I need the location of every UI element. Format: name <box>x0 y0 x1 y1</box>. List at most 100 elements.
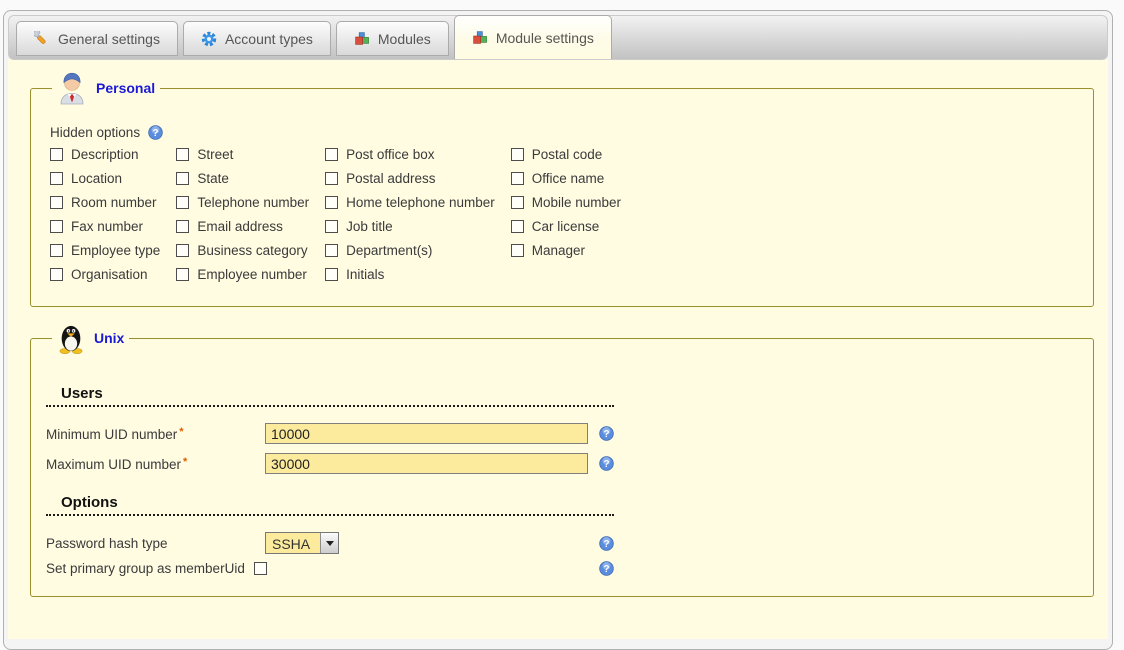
tab-label: Module settings <box>496 30 594 46</box>
hidden-option-label: Location <box>71 171 122 186</box>
required-marker: * <box>183 456 187 468</box>
chevron-down-icon[interactable] <box>320 533 338 553</box>
hidden-option-checkbox[interactable] <box>50 244 63 257</box>
svg-text:?: ? <box>603 564 609 575</box>
hidden-option-checkbox[interactable] <box>50 148 63 161</box>
maximum-uid-row: Maximum UID number* ? <box>46 453 614 474</box>
hidden-option-checkbox[interactable] <box>176 196 189 209</box>
unix-title: Unix <box>94 330 124 346</box>
hidden-option-checkbox[interactable] <box>176 172 189 185</box>
tab-label: General settings <box>58 31 160 47</box>
member-uid-label: Set primary group as memberUid <box>46 561 245 576</box>
hidden-option-checkbox[interactable] <box>176 268 189 281</box>
help-icon[interactable]: ? <box>599 561 614 576</box>
hidden-option-label: Postal address <box>346 171 435 186</box>
hidden-option-checkbox[interactable] <box>511 220 524 233</box>
password-hash-row: Password hash type SSHA ? <box>46 532 614 554</box>
password-hash-selected-value: SSHA <box>266 533 320 553</box>
hidden-option-label: Home telephone number <box>346 195 495 210</box>
hidden-option-label: Mobile number <box>532 195 621 210</box>
hidden-option-checkbox[interactable] <box>50 196 63 209</box>
maximum-uid-input[interactable] <box>265 453 588 474</box>
help-icon[interactable]: ? <box>148 125 163 140</box>
hidden-option-label: Office name <box>532 171 605 186</box>
hidden-option-checkbox[interactable] <box>511 148 524 161</box>
hidden-option-checkbox[interactable] <box>325 220 338 233</box>
member-uid-checkbox[interactable] <box>254 562 267 575</box>
hidden-option-checkbox[interactable] <box>325 196 338 209</box>
options-section-heading: Options <box>46 494 614 516</box>
help-icon[interactable]: ? <box>599 426 614 441</box>
hidden-option-checkbox[interactable] <box>325 148 338 161</box>
hidden-option-checkbox[interactable] <box>511 244 524 257</box>
personal-module-group: Personal Hidden options ? Description St… <box>30 71 1094 307</box>
tab-label: Modules <box>378 31 431 47</box>
personal-title: Personal <box>96 80 155 96</box>
tab-account-types[interactable]: Account types <box>183 21 331 56</box>
person-icon <box>57 71 87 105</box>
hidden-option-label: Manager <box>532 243 585 258</box>
hidden-option-checkbox[interactable] <box>50 268 63 281</box>
hidden-option-label: Car license <box>532 219 600 234</box>
hidden-option-label: Telephone number <box>197 195 309 210</box>
hidden-options-grid: Description Street Post office box Posta… <box>50 142 637 286</box>
hidden-option-label: Street <box>197 147 233 162</box>
hidden-option-checkbox[interactable] <box>325 268 338 281</box>
hidden-option-label: Email address <box>197 219 283 234</box>
hidden-option-label: Job title <box>346 219 393 234</box>
help-icon[interactable]: ? <box>599 456 614 471</box>
hidden-option-label: Employee type <box>71 243 160 258</box>
tab-bar: General settings Account types Modules <box>8 15 1108 60</box>
hidden-option-label: Room number <box>71 195 157 210</box>
hidden-option-label: Postal code <box>532 147 603 162</box>
svg-text:?: ? <box>603 539 609 550</box>
hidden-option-label: Post office box <box>346 147 434 162</box>
wrench-icon <box>34 31 50 47</box>
hidden-option-label: Employee number <box>197 267 307 282</box>
hidden-option-label: Description <box>71 147 139 162</box>
hidden-option-checkbox[interactable] <box>176 244 189 257</box>
account-types-icon <box>201 31 217 47</box>
hidden-option-checkbox[interactable] <box>176 148 189 161</box>
hidden-option-checkbox[interactable] <box>325 172 338 185</box>
unix-module-group: Unix Users Minimum UID number* ? Maximum… <box>30 321 1094 597</box>
hidden-option-checkbox[interactable] <box>511 196 524 209</box>
tab-general-settings[interactable]: General settings <box>16 21 178 56</box>
hidden-option-label: Department(s) <box>346 243 432 258</box>
module-settings-panel: Personal Hidden options ? Description St… <box>8 59 1108 639</box>
users-section-heading: Users <box>46 385 614 407</box>
hidden-option-checkbox[interactable] <box>176 220 189 233</box>
hidden-option-label: Initials <box>346 267 384 282</box>
personal-legend: Personal <box>52 71 160 105</box>
help-icon[interactable]: ? <box>599 536 614 551</box>
tux-icon <box>57 321 85 355</box>
password-hash-label: Password hash type <box>46 536 265 551</box>
password-hash-select[interactable]: SSHA <box>265 532 339 554</box>
hidden-option-checkbox[interactable] <box>50 172 63 185</box>
hidden-option-label: Business category <box>197 243 307 258</box>
tab-label: Account types <box>225 31 313 47</box>
hidden-options-label: Hidden options <box>50 125 140 140</box>
modules-icon <box>354 31 370 47</box>
minimum-uid-row: Minimum UID number* ? <box>46 423 614 444</box>
hidden-options-row: Hidden options ? <box>50 125 1073 140</box>
hidden-option-label: Fax number <box>71 219 143 234</box>
required-marker: * <box>179 426 183 438</box>
maximum-uid-label: Maximum UID number* <box>46 456 265 472</box>
tab-module-settings[interactable]: Module settings <box>454 15 612 59</box>
tab-modules[interactable]: Modules <box>336 21 449 56</box>
svg-text:?: ? <box>603 459 609 470</box>
hidden-option-label: Organisation <box>71 267 148 282</box>
minimum-uid-input[interactable] <box>265 423 588 444</box>
configuration-window: General settings Account types Modules <box>3 10 1113 650</box>
svg-text:?: ? <box>153 128 159 139</box>
modules-icon <box>472 30 488 46</box>
unix-legend: Unix <box>52 321 129 355</box>
svg-text:?: ? <box>603 429 609 440</box>
hidden-option-checkbox[interactable] <box>511 172 524 185</box>
member-uid-row: Set primary group as memberUid ? <box>46 561 614 576</box>
minimum-uid-label: Minimum UID number* <box>46 426 265 442</box>
hidden-option-checkbox[interactable] <box>50 220 63 233</box>
hidden-option-label: State <box>197 171 229 186</box>
hidden-option-checkbox[interactable] <box>325 244 338 257</box>
